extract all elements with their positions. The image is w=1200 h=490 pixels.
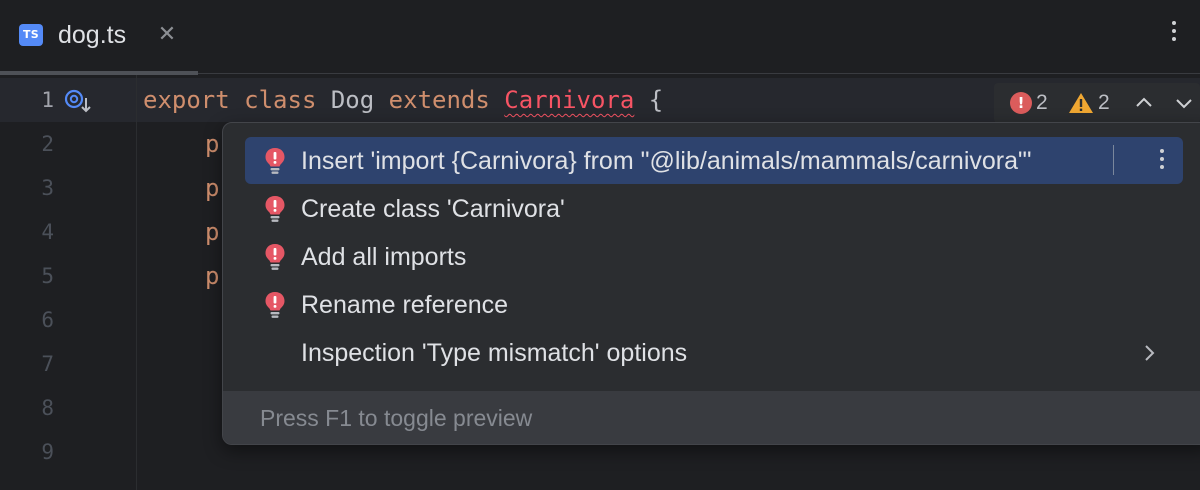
chevron-down-icon[interactable]: [1174, 93, 1194, 113]
line-number: 1: [41, 88, 54, 112]
quick-fix-label: Inspection 'Type mismatch' options: [301, 339, 688, 367]
error-bulb-icon: [265, 148, 285, 174]
inspection-options-item[interactable]: Inspection 'Type mismatch' options: [245, 329, 1183, 376]
intention-actions-popup: Insert 'import {Carnivora} from "@lib/an…: [222, 122, 1200, 445]
warning-icon: [1069, 93, 1093, 113]
line-number: 8: [41, 396, 54, 420]
warning-count: 2: [1098, 91, 1110, 114]
code-line-fragment: p: [205, 130, 220, 158]
code-line-1[interactable]: export class Dog extends Carnivora {: [143, 85, 663, 115]
tab-title: dog.ts: [58, 21, 127, 49]
unresolved-reference[interactable]: Carnivora: [504, 86, 634, 114]
quick-fix-label: Add all imports: [301, 243, 467, 271]
error-icon: !: [1010, 92, 1032, 114]
quick-fix-label: Insert 'import {Carnivora} from "@lib/an…: [301, 147, 1032, 175]
quick-fix-create-class[interactable]: Create class 'Carnivora': [245, 185, 1183, 232]
line-number: 5: [41, 264, 54, 288]
open-brace: {: [648, 86, 664, 114]
line-number: 3: [41, 176, 54, 200]
keyword-export: export: [143, 86, 230, 114]
close-icon[interactable]: ✕: [154, 20, 180, 50]
popup-footer: Press F1 to toggle preview: [223, 391, 1200, 444]
line-number: 4: [41, 220, 54, 244]
quick-fix-label: Rename reference: [301, 291, 509, 319]
line-number: 2: [41, 132, 54, 156]
quick-fix-rename-reference[interactable]: Rename reference: [245, 281, 1183, 328]
error-bulb-icon: [265, 244, 285, 270]
editor-tab-bar: TS dog.ts ✕: [0, 0, 1200, 75]
line-number: 7: [41, 352, 54, 376]
implementation-gutter-icon[interactable]: [64, 88, 92, 114]
line-number: 6: [41, 308, 54, 332]
code-line-fragment: p: [205, 262, 220, 290]
more-options-icon[interactable]: [1162, 17, 1186, 51]
line-number-gutter: 1 2 3 4 5 6 7 8 9: [0, 75, 137, 490]
typescript-file-icon: TS: [19, 24, 43, 46]
error-count: 2: [1036, 91, 1048, 114]
chevron-up-icon[interactable]: [1134, 93, 1154, 113]
item-separator: [1113, 145, 1114, 175]
keyword-extends: extends: [388, 86, 490, 114]
code-line-fragment: p: [205, 174, 220, 202]
quick-fix-insert-import[interactable]: Insert 'import {Carnivora} from "@lib/an…: [245, 137, 1183, 184]
class-name: Dog: [330, 86, 375, 114]
preview-hint: Press F1 to toggle preview: [260, 405, 533, 431]
error-bulb-icon: [265, 292, 285, 318]
line-number: 9: [41, 440, 54, 464]
code-line-fragment: p: [205, 218, 220, 246]
tab-dog-ts[interactable]: TS dog.ts ✕: [0, 0, 198, 75]
quick-fix-add-all-imports[interactable]: Add all imports: [245, 233, 1183, 280]
error-bulb-icon: [265, 196, 285, 222]
keyword-class: class: [244, 86, 317, 114]
chevron-right-icon: [1145, 345, 1155, 361]
more-vertical-icon[interactable]: [1157, 146, 1167, 176]
inspection-widget[interactable]: ! 2 2: [994, 83, 1200, 123]
quick-fix-label: Create class 'Carnivora': [301, 195, 565, 223]
